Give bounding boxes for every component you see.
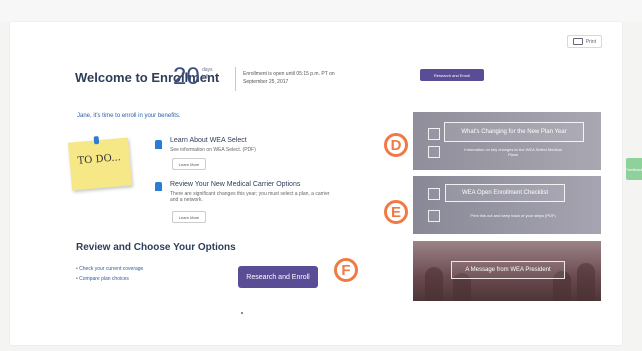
tile-title-checklist: WEA Open Enrollment Checklist: [445, 184, 565, 202]
enrollment-info-line2: September 25, 2017: [243, 79, 289, 85]
tile-enrollment-checklist[interactable]: WEA Open Enrollment Checklist Print this…: [413, 176, 601, 234]
tile-subtitle-whats-changing: Information on key changes to the WEA Se…: [439, 147, 587, 157]
item-subtitle-line2: and a network.: [170, 197, 203, 203]
item-title-wea-select[interactable]: Learn About WEA Select: [170, 137, 247, 144]
link-compare-plans[interactable]: Compare plan choices: [76, 274, 143, 284]
learn-more-button-2[interactable]: Learn More: [172, 211, 206, 223]
greeting-text: Jane, it's time to enroll in your benefi…: [77, 113, 181, 119]
tile-president-message[interactable]: A Message from WEA President: [413, 241, 601, 301]
badge-f: F: [334, 258, 358, 282]
pushpin-icon: [155, 182, 162, 191]
research-enroll-top-button[interactable]: Research and Enroll: [420, 69, 484, 81]
tree-shape: [425, 267, 443, 301]
pushpin-icon: [93, 136, 100, 145]
days-label: days: [202, 67, 213, 73]
section-title-review: Review and Choose Your Options: [76, 242, 236, 253]
tree-shape: [577, 263, 595, 301]
top-band: [0, 0, 642, 22]
print-label: Print: [585, 38, 596, 45]
enrollment-info-line1: Enrollment is open until 05:15 p.m. PT o…: [243, 71, 335, 77]
badge-e: E: [384, 200, 408, 224]
checkbox-icon: [428, 210, 440, 222]
checkbox-icon: [428, 188, 440, 200]
decorative-dot: [241, 312, 243, 314]
item-subtitle-wea-select: See information on WEA Select. (PDF): [170, 147, 256, 153]
tile-title-president: A Message from WEA President: [451, 261, 565, 279]
left-label: left: [202, 74, 209, 80]
pushpin-icon: [155, 140, 162, 149]
days-left-label: days left: [202, 67, 213, 81]
research-and-enroll-button[interactable]: Research and Enroll: [238, 266, 318, 288]
enrollment-info: Enrollment is open until 05:15 p.m. PT o…: [243, 70, 335, 86]
learn-more-button-1[interactable]: Learn More: [172, 158, 206, 170]
link-check-coverage[interactable]: Check your current coverage: [76, 264, 143, 274]
todo-sticky-note: TO DO...: [68, 136, 132, 191]
tile-title-whats-changing: What's Changing for the New Plan Year: [444, 122, 584, 142]
tile-subtitle-line2: Plans: [507, 152, 518, 157]
item-title-medical-carrier[interactable]: Review Your New Medical Carrier Options: [170, 181, 300, 188]
review-links-list: Check your current coverage Compare plan…: [76, 264, 143, 284]
printer-icon: [572, 38, 583, 45]
tile-subtitle-checklist: Print this out and keep track of your st…: [470, 213, 556, 218]
badge-d: D: [384, 133, 408, 157]
days-left-number: 20: [173, 63, 200, 90]
item-subtitle-medical-carrier: There are significant changes this year;…: [170, 191, 360, 203]
tile-whats-changing[interactable]: What's Changing for the New Plan Year In…: [413, 112, 601, 170]
feedback-side-tab[interactable]: Feedback: [625, 158, 642, 180]
divider: [235, 67, 236, 91]
checkbox-icon: [428, 128, 440, 140]
todo-note-text: TO DO...: [77, 152, 122, 167]
print-button[interactable]: Print: [566, 35, 602, 48]
